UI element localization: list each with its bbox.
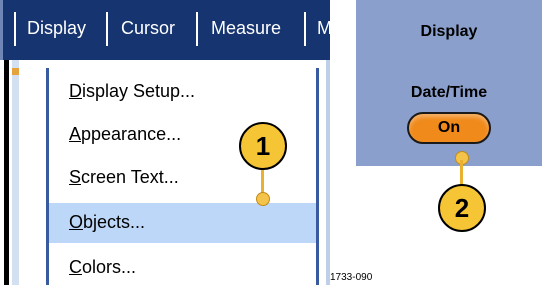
menu-item-objects[interactable]: Objects... <box>49 203 316 243</box>
dropdown-frame-right <box>316 68 319 285</box>
dropdown-right-edge <box>326 60 330 285</box>
date-time-toggle-button[interactable]: On <box>407 112 491 144</box>
mnemonic: A <box>69 124 82 144</box>
menu-cursor[interactable]: Cursor <box>121 18 175 39</box>
menu-display[interactable]: Display <box>27 18 86 39</box>
mnemonic: D <box>69 81 82 101</box>
menu-truncated-item[interactable]: M <box>317 18 330 39</box>
menu-measure[interactable]: Measure <box>211 18 281 39</box>
menu-separator <box>106 12 108 46</box>
menu-separator <box>14 12 16 46</box>
menu-item-label: Appearance... <box>69 124 181 145</box>
menu-item-label: Screen Text... <box>69 167 179 188</box>
window-side-bar <box>12 60 19 285</box>
date-time-label: Date/Time <box>410 84 488 101</box>
figure-id: 1733-090 <box>330 272 373 283</box>
label-rest: ppearance... <box>81 124 182 144</box>
label-rest: isplay Setup... <box>82 81 196 101</box>
display-side-panel: Display Date/Time On <box>356 0 542 166</box>
callout-1-icon: 1 <box>239 122 287 170</box>
menu-item-label: Colors... <box>69 257 136 278</box>
mnemonic: C <box>69 257 82 277</box>
menu-separator <box>196 12 198 46</box>
menu-item-colors[interactable]: Colors... <box>49 248 316 288</box>
mnemonic: O <box>69 212 84 232</box>
callout-1-pointer-dot <box>256 192 270 206</box>
callout-2-icon: 2 <box>438 184 486 232</box>
menu-item-label: Display Setup... <box>69 81 195 102</box>
label-rest: bjects... <box>83 212 146 232</box>
menu-item-display-setup[interactable]: Display Setup... <box>49 72 316 112</box>
label-rest: creen Text... <box>81 167 179 187</box>
menu-bar: Display Cursor Measure M <box>0 0 330 60</box>
menu-separator <box>304 12 306 46</box>
menu-bar-edge <box>0 0 3 60</box>
menu-item-label: Objects... <box>69 212 145 233</box>
window-edge <box>4 60 9 285</box>
display-dropdown-menu: Display Setup... Appearance... Screen Te… <box>0 60 330 285</box>
window-corner-mark <box>12 68 19 75</box>
mnemonic: S <box>69 167 82 187</box>
label-rest: olors... <box>82 257 137 277</box>
panel-title: Display <box>420 23 478 40</box>
